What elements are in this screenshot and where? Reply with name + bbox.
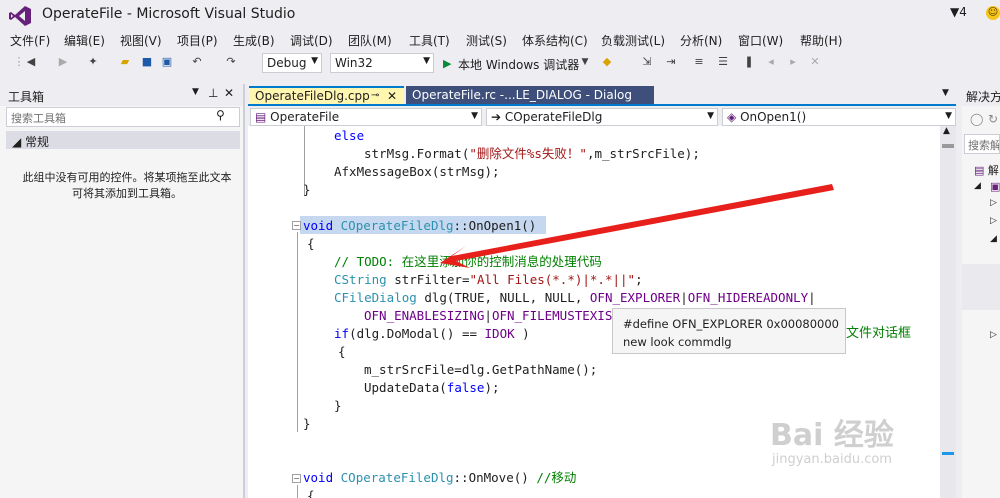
- baidu-watermark: Bai 经验: [770, 418, 894, 453]
- baidu-watermark-url: jingyan.baidu.com: [772, 452, 892, 467]
